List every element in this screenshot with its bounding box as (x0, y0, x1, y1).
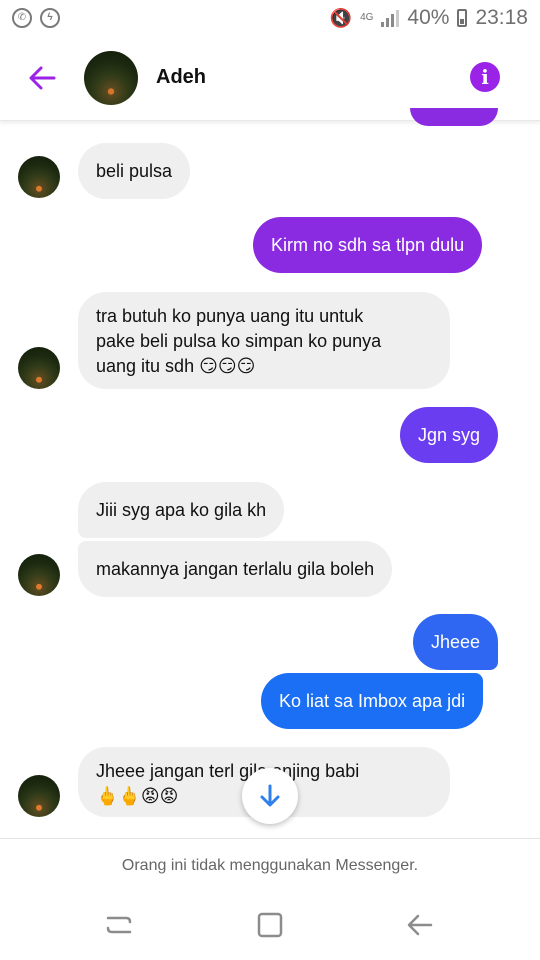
back-icon[interactable] (405, 910, 435, 940)
footer-notice-bar: Orang ini tidak menggunakan Messenger. (0, 838, 540, 891)
arrow-down-icon (260, 784, 280, 807)
avatar (18, 775, 60, 817)
info-icon[interactable]: i (470, 62, 500, 92)
status-bar: ✆ ϟ 🔇 4G 40% 23:18 (0, 0, 540, 38)
message-bubble[interactable]: tra butuh ko punya uang itu untuk pake b… (78, 292, 450, 389)
battery-percent: 40% (407, 6, 450, 29)
home-icon[interactable] (255, 910, 285, 940)
contact-name[interactable]: Adeh (156, 66, 206, 89)
message-bubble[interactable]: Ko liat sa Imbox apa jdi (261, 673, 484, 729)
message-line: pake beli pulsa ko simpan ko punya (96, 331, 382, 351)
battery-icon (457, 9, 468, 27)
message-bubble[interactable]: Kirm no sdh sa tlpn dulu (253, 217, 483, 273)
back-arrow-icon[interactable] (24, 60, 60, 96)
message-bubble[interactable]: Jheee (413, 614, 499, 670)
signal-icon (381, 9, 400, 27)
recent-apps-icon[interactable] (104, 910, 134, 940)
message-line: tra butuh ko punya uang itu untuk (96, 306, 364, 326)
messenger-icon: ϟ (40, 8, 60, 28)
message-bubble[interactable]: makannya jangan terlalu gila boleh (78, 541, 393, 597)
whatsapp-icon: ✆ (12, 8, 32, 28)
avatar (18, 156, 60, 198)
message-bubble[interactable]: beli pulsa (78, 143, 191, 199)
previous-message-edge (410, 108, 498, 126)
mute-icon: 🔇 (329, 7, 353, 28)
system-navigation-bar (0, 890, 540, 960)
avatar (18, 347, 60, 389)
scroll-to-bottom-button[interactable] (242, 768, 298, 824)
network-label: 4G (360, 12, 374, 23)
message-line: uang itu sdh 😏😏😏 (96, 356, 256, 376)
avatar (18, 554, 60, 596)
clock: 23:18 (475, 6, 528, 29)
footer-notice: Orang ini tidak menggunakan Messenger. (121, 857, 419, 874)
message-bubble[interactable]: Jiii syg apa ko gila kh (78, 482, 285, 538)
message-bubble[interactable]: Jgn syg (400, 407, 499, 463)
contact-avatar[interactable] (84, 51, 138, 105)
